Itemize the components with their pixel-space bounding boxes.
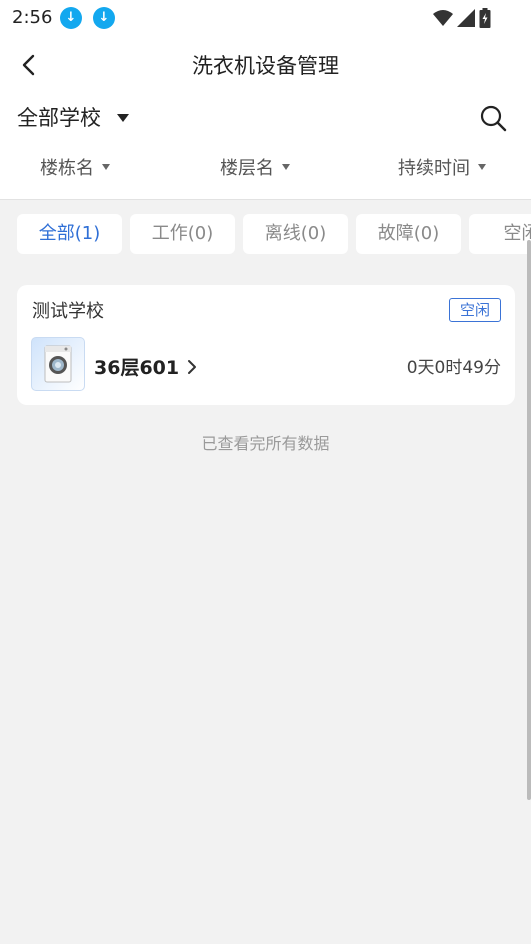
page-title: 洗衣机设备管理 <box>192 54 339 78</box>
scrollbar[interactable] <box>527 240 531 800</box>
status-tabs: 全部(1) 工作(0) 离线(0) 故障(0) 空闲 <box>0 212 531 256</box>
filter-label: 楼层名 <box>220 158 274 179</box>
filter-label: 持续时间 <box>398 158 470 179</box>
end-of-list-text: 已查看完所有数据 <box>201 434 330 453</box>
tab-offline[interactable]: 离线(0) <box>243 214 348 254</box>
device-room: 36层601 <box>94 357 180 379</box>
caret-down-icon <box>102 164 110 170</box>
signal-icon <box>457 9 475 27</box>
washing-machine-icon <box>31 337 85 391</box>
caret-down-icon <box>478 164 486 170</box>
wifi-icon <box>433 10 453 26</box>
device-school: 测试学校 <box>32 301 104 322</box>
device-card[interactable]: 测试学校 空闲 36层601 0天0时49分 <box>17 285 515 405</box>
download-icon: ↓ <box>60 7 82 29</box>
search-icon[interactable] <box>479 104 507 132</box>
status-badge: 空闲 <box>448 298 501 322</box>
download-icon: ↓ <box>93 7 115 29</box>
battery-icon <box>479 8 491 28</box>
duration-filter[interactable]: 持续时间 <box>398 154 486 180</box>
header-area: 2:56 ↓ ↓ 洗衣机设备管理 全部学校 楼栋名 楼层名 持续时间 <box>0 0 531 200</box>
navigation-bar: 洗衣机设备管理 <box>0 40 531 90</box>
chevron-right-icon <box>188 359 197 374</box>
caret-down-icon[interactable] <box>117 114 129 122</box>
device-room-link[interactable]: 36层601 <box>94 353 197 380</box>
device-duration: 0天0时49分 <box>406 358 501 378</box>
tab-working[interactable]: 工作(0) <box>130 214 235 254</box>
filter-row: 楼栋名 楼层名 持续时间 <box>0 150 531 184</box>
school-selector[interactable]: 全部学校 <box>17 102 101 132</box>
floor-filter[interactable]: 楼层名 <box>220 154 290 180</box>
school-selector-row: 全部学校 <box>0 98 531 138</box>
filter-label: 楼栋名 <box>40 158 94 179</box>
divider <box>0 199 531 200</box>
tab-idle[interactable]: 空闲 <box>469 214 531 254</box>
tab-fault[interactable]: 故障(0) <box>356 214 461 254</box>
tab-all[interactable]: 全部(1) <box>17 214 122 254</box>
building-filter[interactable]: 楼栋名 <box>40 154 110 180</box>
caret-down-icon <box>282 164 290 170</box>
status-bar: 2:56 ↓ ↓ <box>0 0 531 34</box>
status-time: 2:56 <box>12 7 53 28</box>
system-icons <box>433 8 491 28</box>
